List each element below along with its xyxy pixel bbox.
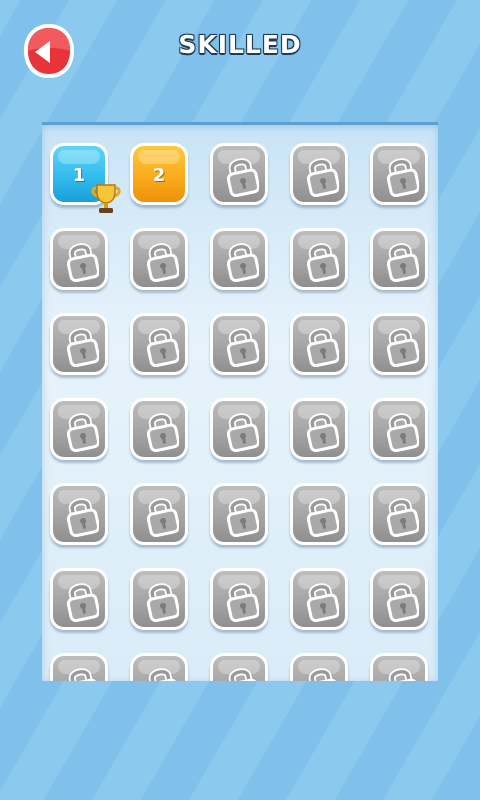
level-2-button[interactable]: 2 [130, 143, 188, 205]
lock-icon [225, 325, 261, 368]
locked-level-button[interactable] [290, 398, 348, 460]
locked-level-button[interactable] [370, 143, 428, 205]
locked-level-button[interactable] [50, 483, 108, 545]
locked-level-button[interactable] [50, 568, 108, 630]
level-1-button[interactable]: 1 [50, 143, 121, 213]
locked-level-button[interactable] [290, 313, 348, 375]
locked-level-button[interactable] [370, 568, 428, 630]
locked-level-button[interactable] [290, 228, 348, 290]
lock-icon [225, 240, 261, 283]
locked-level-button[interactable] [210, 568, 268, 630]
locked-level-button[interactable] [130, 483, 188, 545]
lock-icon [145, 665, 181, 681]
lock-icon [65, 495, 101, 538]
locked-level-button[interactable] [50, 228, 108, 290]
lock-icon [305, 240, 341, 283]
trophy-icon [91, 182, 121, 216]
lock-icon [305, 495, 341, 538]
locked-level-button[interactable] [290, 143, 348, 205]
lock-icon [225, 580, 261, 623]
level-grid-panel: 12 [42, 122, 438, 681]
lock-icon [305, 325, 341, 368]
locked-level-button[interactable] [130, 398, 188, 460]
locked-level-button[interactable] [130, 653, 188, 681]
locked-level-button[interactable] [210, 483, 268, 545]
lock-icon [305, 580, 341, 623]
locked-level-button[interactable] [50, 653, 108, 681]
level-number: 2 [152, 165, 166, 186]
lock-icon [145, 240, 181, 283]
lock-icon [385, 580, 421, 623]
lock-icon [385, 410, 421, 453]
page-title: SKILLED [178, 30, 302, 59]
locked-level-button[interactable] [210, 143, 268, 205]
locked-level-button[interactable] [290, 653, 348, 681]
lock-icon [385, 240, 421, 283]
lock-icon [65, 240, 101, 283]
locked-level-button[interactable] [370, 398, 428, 460]
lock-icon [225, 155, 261, 198]
lock-icon [305, 410, 341, 453]
lock-icon [385, 155, 421, 198]
locked-level-button[interactable] [130, 568, 188, 630]
locked-level-button[interactable] [130, 228, 188, 290]
locked-level-button[interactable] [210, 313, 268, 375]
locked-level-button[interactable] [210, 398, 268, 460]
lock-icon [385, 325, 421, 368]
lock-icon [65, 665, 101, 681]
locked-level-button[interactable] [50, 313, 108, 375]
lock-icon [305, 665, 341, 681]
lock-icon [305, 155, 341, 198]
lock-icon [65, 325, 101, 368]
locked-level-button[interactable] [290, 568, 348, 630]
lock-icon [65, 410, 101, 453]
lock-icon [225, 495, 261, 538]
lock-icon [385, 495, 421, 538]
locked-level-button[interactable] [290, 483, 348, 545]
locked-level-button[interactable] [210, 228, 268, 290]
locked-level-button[interactable] [370, 228, 428, 290]
locked-level-button[interactable] [370, 483, 428, 545]
locked-level-button[interactable] [50, 398, 108, 460]
lock-icon [145, 580, 181, 623]
lock-icon [385, 665, 421, 681]
lock-icon [225, 410, 261, 453]
locked-level-button[interactable] [370, 653, 428, 681]
locked-level-button[interactable] [210, 653, 268, 681]
lock-icon [225, 665, 261, 681]
lock-icon [145, 325, 181, 368]
locked-level-button[interactable] [370, 313, 428, 375]
lock-icon [65, 580, 101, 623]
lock-icon [145, 495, 181, 538]
lock-icon [145, 410, 181, 453]
locked-level-button[interactable] [130, 313, 188, 375]
